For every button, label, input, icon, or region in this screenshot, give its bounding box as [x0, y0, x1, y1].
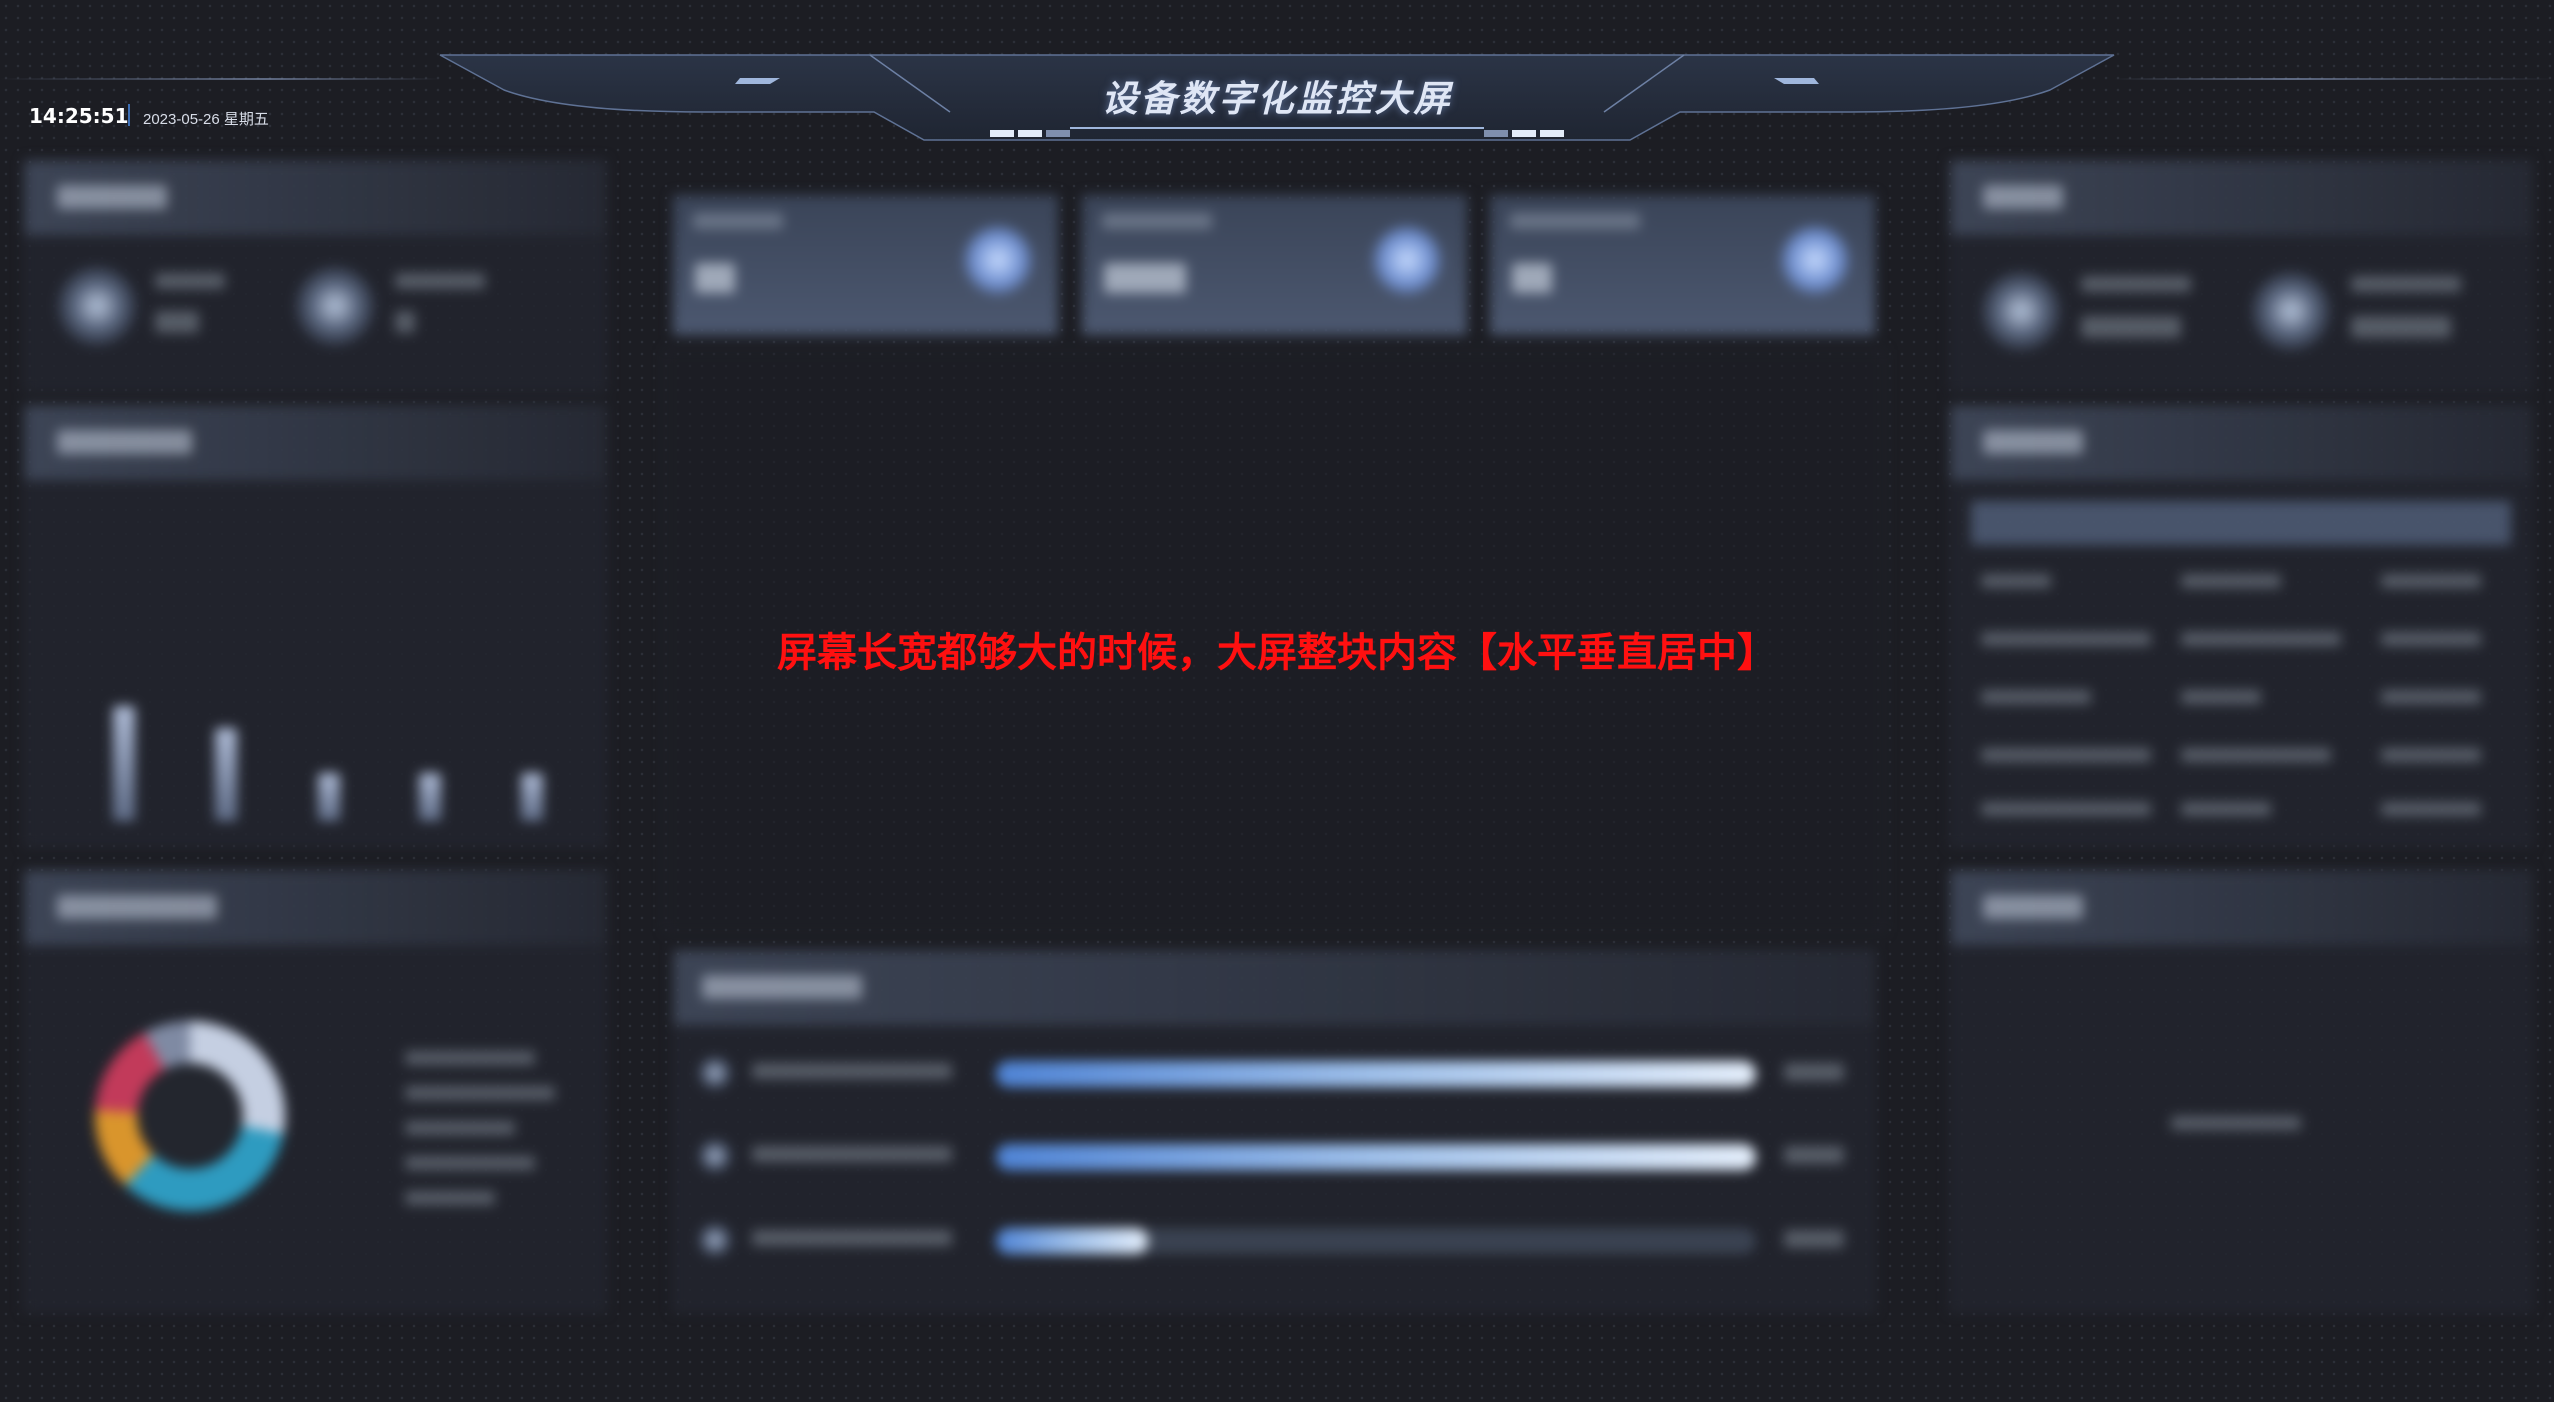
right-panel-1 — [1950, 160, 2532, 392]
page-title: 设备数字化监控大屏 — [1101, 79, 1453, 120]
stat-card-1 — [673, 195, 1058, 335]
left-panel-3 — [24, 870, 606, 1312]
stat-card-3 — [1490, 195, 1875, 335]
right-panel-3 — [1950, 870, 2532, 1312]
left-panel-1 — [24, 160, 606, 392]
center-progress-panel — [673, 950, 1875, 1312]
clock-time: 14:25:51 — [29, 104, 129, 128]
clock-divider — [128, 104, 130, 126]
blurred-dashboard — [0, 0, 2554, 1402]
clock-date: 2023-05-26 星期五 — [143, 111, 269, 128]
stat-card-2 — [1082, 195, 1467, 335]
centering-notice: 屏幕长宽都够大的时候，大屏整块内容【水平垂直居中】 — [777, 630, 1777, 676]
